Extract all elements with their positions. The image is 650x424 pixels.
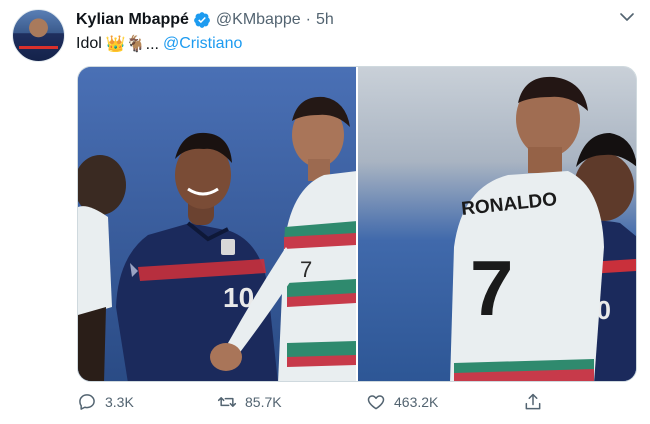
- tweet-emojis: 👑🐐...: [105, 36, 159, 53]
- separator-dot: ·: [305, 11, 311, 28]
- chevron-down-icon[interactable]: [618, 8, 636, 26]
- tweet-header: Kylian Mbappé @KMbappe · 5h: [76, 9, 334, 31]
- author-name[interactable]: Kylian Mbappé: [76, 11, 189, 29]
- retweet-count: 85.7K: [245, 394, 282, 410]
- retweet-icon: [217, 397, 237, 407]
- photo-right[interactable]: 10 RONALDO 7: [358, 67, 636, 381]
- tweet-time[interactable]: 5h: [316, 11, 334, 29]
- photo-left[interactable]: 10 7: [78, 67, 356, 381]
- left-ronaldo-number: 7: [300, 257, 312, 282]
- media-grid: 10 7 RONALDO 7: [77, 66, 637, 382]
- author-handle[interactable]: @KMbappe: [216, 11, 301, 29]
- reply-icon: [79, 394, 95, 410]
- mention-link[interactable]: @Cristiano: [163, 35, 242, 53]
- reply-button[interactable]: 3.3K: [77, 392, 134, 412]
- avatar[interactable]: [12, 9, 65, 62]
- like-count: 463.2K: [394, 394, 439, 410]
- like-button[interactable]: 463.2K: [366, 392, 438, 412]
- retweet-button[interactable]: 85.7K: [217, 392, 282, 412]
- heart-icon: [367, 395, 385, 410]
- verified-badge-icon: [194, 12, 210, 28]
- avatar-shirt-stripe: [19, 46, 58, 49]
- reply-count: 3.3K: [105, 394, 134, 410]
- share-icon: [525, 393, 541, 410]
- tweet-text: Idol 👑🐐... @Cristiano: [76, 34, 242, 54]
- tweet-text-body: Idol: [76, 35, 102, 52]
- photo-right-scene: 10 RONALDO 7: [358, 67, 636, 381]
- right-jersey-number: 7: [470, 244, 513, 332]
- share-button[interactable]: [523, 392, 551, 412]
- photo-left-scene: 10 7: [78, 67, 356, 381]
- tweet-actions: 3.3K 85.7K 463.2K: [77, 392, 557, 416]
